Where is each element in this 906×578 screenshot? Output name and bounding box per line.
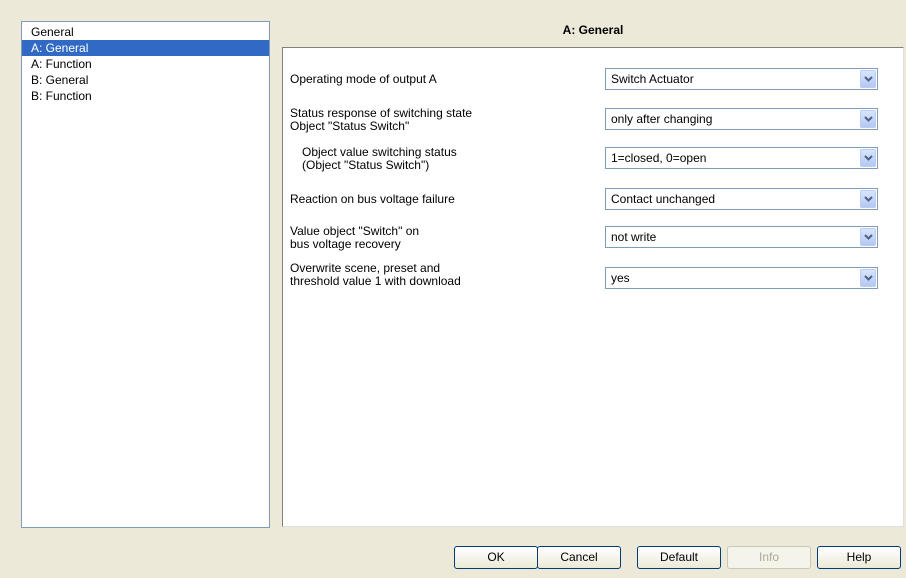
param-label-line: bus voltage recovery	[290, 237, 401, 251]
select-value: yes	[611, 271, 630, 285]
chevron-down-icon[interactable]	[860, 149, 876, 167]
parameter-panel: Operating mode of output A Switch Actuat…	[282, 47, 904, 527]
param-label-line: Operating mode of output A	[290, 72, 437, 86]
page-title: A: General	[562, 23, 624, 37]
object-value-status-select[interactable]: 1=closed, 0=open	[605, 147, 878, 169]
tree-item-b-function[interactable]: B: Function	[22, 88, 269, 104]
chevron-down-icon[interactable]	[860, 269, 876, 287]
tree-item-b-general[interactable]: B: General	[22, 72, 269, 88]
param-label-line: Object "Status Switch"	[290, 119, 410, 133]
cancel-button[interactable]: Cancel	[537, 546, 621, 569]
param-label-object-value-status: Object value switching status (Object "S…	[302, 146, 602, 172]
operating-mode-select[interactable]: Switch Actuator	[605, 68, 878, 90]
select-value: Switch Actuator	[611, 72, 694, 86]
chevron-down-icon[interactable]	[860, 110, 876, 128]
overwrite-scene-select[interactable]: yes	[605, 267, 878, 289]
chevron-down-icon[interactable]	[860, 190, 876, 208]
param-label-status-response: Status response of switching state Objec…	[290, 107, 590, 133]
bus-voltage-recovery-select[interactable]: not write	[605, 226, 878, 248]
select-value: Contact unchanged	[611, 192, 716, 206]
select-value: 1=closed, 0=open	[611, 151, 707, 165]
select-value: only after changing	[611, 112, 713, 126]
status-response-select[interactable]: only after changing	[605, 108, 878, 130]
default-button[interactable]: Default	[637, 546, 721, 569]
param-label-bus-voltage-failure: Reaction on bus voltage failure	[290, 193, 590, 206]
help-button[interactable]: Help	[817, 546, 901, 569]
param-label-operating-mode: Operating mode of output A	[290, 73, 590, 86]
select-value: not write	[611, 230, 657, 244]
param-label-bus-voltage-recovery: Value object "Switch" on bus voltage rec…	[290, 225, 590, 251]
chevron-down-icon[interactable]	[860, 70, 876, 88]
tree-item-general[interactable]: General	[22, 24, 269, 40]
param-label-line: Reaction on bus voltage failure	[290, 192, 455, 206]
info-button: Info	[727, 546, 811, 569]
param-label-line: (Object "Status Switch")	[302, 158, 430, 172]
chevron-down-icon[interactable]	[860, 228, 876, 246]
tree-item-a-function[interactable]: A: Function	[22, 56, 269, 72]
parameter-tree[interactable]: General A: General A: Function B: Genera…	[21, 21, 270, 528]
tree-item-a-general[interactable]: A: General	[22, 40, 269, 56]
param-label-overwrite-scene: Overwrite scene, preset and threshold va…	[290, 262, 590, 288]
ok-button[interactable]: OK	[454, 546, 538, 569]
bus-voltage-failure-select[interactable]: Contact unchanged	[605, 188, 878, 210]
param-label-line: threshold value 1 with download	[290, 274, 461, 288]
